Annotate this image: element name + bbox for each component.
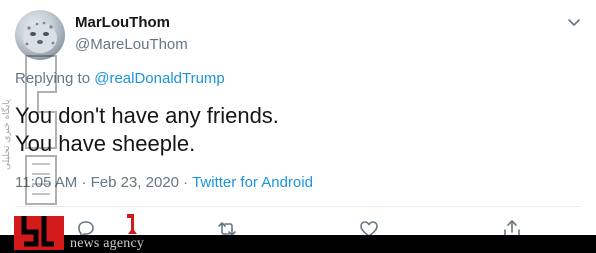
watermark-vertical-text: پایگاه خبری تحلیلی	[0, 52, 13, 172]
watermark-outline-logo	[18, 52, 64, 208]
watermark-vertical-label: پایگاه خبری تحلیلی	[0, 99, 12, 170]
user-handle[interactable]: @MareLouThom	[75, 36, 188, 53]
source-label[interactable]: Twitter for Android	[192, 174, 313, 191]
watermark-red-mark	[124, 212, 138, 236]
watermark-text: news agency	[70, 236, 145, 251]
watermark-logo	[14, 212, 64, 250]
replying-to-mention-link[interactable]: @realDonaldTrump	[94, 70, 225, 87]
display-name[interactable]: MarLouThom	[75, 14, 170, 31]
tweet-card: MarLouThom @MareLouThom Replying to @rea…	[0, 0, 596, 253]
chevron-down-icon[interactable]	[566, 14, 582, 30]
divider	[15, 206, 581, 207]
